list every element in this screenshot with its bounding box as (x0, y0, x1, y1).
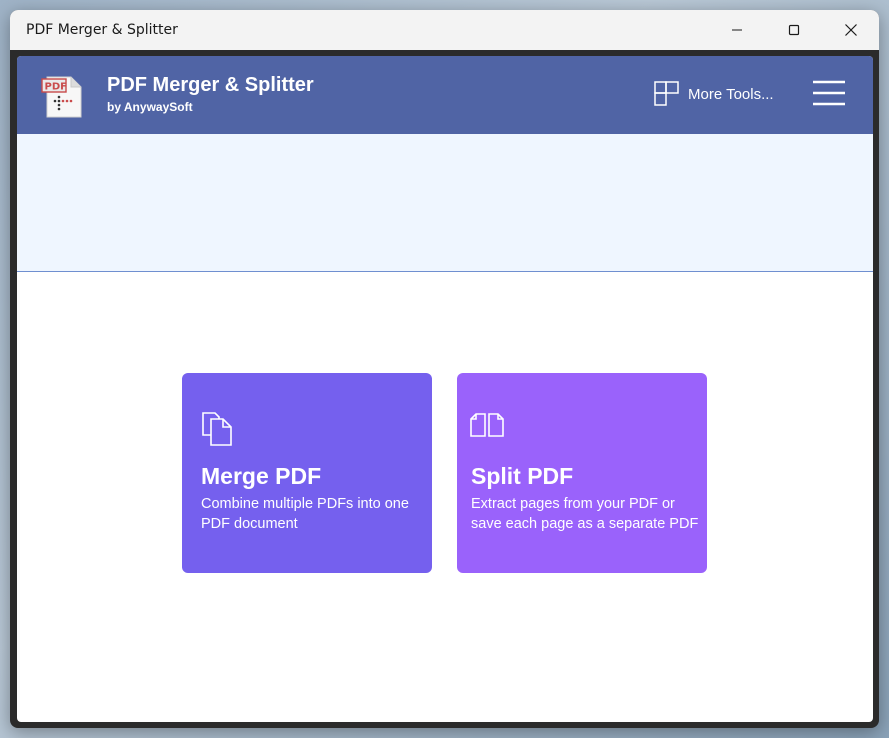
maximize-button[interactable] (765, 10, 822, 50)
close-icon (844, 24, 857, 36)
window-title: PDF Merger & Splitter (26, 22, 178, 38)
title-bar[interactable]: PDF Merger & Splitter (10, 10, 879, 50)
hamburger-menu-icon[interactable] (812, 80, 846, 106)
split-pdf-title: Split PDF (471, 463, 574, 489)
maximize-icon (788, 24, 799, 36)
minimize-button[interactable] (708, 10, 765, 50)
banner-area (17, 134, 873, 272)
split-pdf-icon (470, 413, 504, 437)
app-window: PDF Merger & Splitter PDF PDF Merger & S… (10, 10, 879, 728)
merge-pdf-description: Combine multiple PDFs into one PDF docum… (201, 496, 409, 532)
app-client-area: PDF PDF Merger & Splitter by AnywaySoft … (17, 56, 873, 722)
app-header: PDF PDF Merger & Splitter by AnywaySoft … (17, 56, 873, 134)
split-pdf-description: Extract pages from your PDF or save each… (471, 496, 699, 532)
merge-pdf-icon (202, 412, 232, 446)
merge-pdf-title: Merge PDF (201, 463, 322, 489)
app-subtitle: by AnywaySoft (107, 100, 193, 114)
more-tools-button[interactable]: More Tools... (654, 80, 774, 108)
merge-pdf-card[interactable]: Merge PDF Combine multiple PDFs into one… (182, 373, 432, 573)
svg-text:PDF: PDF (45, 82, 67, 93)
more-tools-label: More Tools... (688, 85, 774, 103)
grid-tiles-icon (654, 81, 679, 106)
close-button[interactable] (822, 10, 879, 50)
pdf-file-logo-icon: PDF (41, 76, 82, 118)
minimize-icon (731, 29, 742, 31)
app-title: PDF Merger & Splitter (107, 74, 314, 96)
split-pdf-card[interactable]: Split PDF Extract pages from your PDF or… (457, 373, 707, 573)
